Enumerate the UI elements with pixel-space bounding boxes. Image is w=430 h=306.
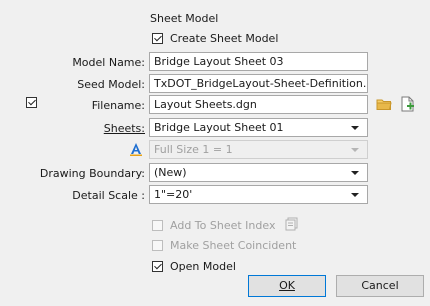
ok-button[interactable]: OK: [248, 275, 326, 297]
chevron-down-icon: [351, 148, 359, 152]
chevron-down-icon: [351, 126, 359, 130]
open-model-label: Open Model: [170, 260, 236, 273]
ok-button-label: OK: [279, 279, 295, 292]
filename-checkbox[interactable]: [26, 97, 37, 108]
new-file-icon[interactable]: [401, 96, 415, 112]
open-model-checkbox[interactable]: [152, 261, 163, 272]
create-sheet-model-label: Create Sheet Model: [170, 32, 279, 45]
seed-model-label: Seed Model:: [77, 78, 145, 91]
add-to-sheet-index-label: Add To Sheet Index: [170, 219, 276, 232]
sheets-dropdown[interactable]: Bridge Layout Sheet 01: [149, 118, 368, 137]
folder-open-icon[interactable]: [376, 98, 392, 111]
sheets-label: Sheets:: [103, 122, 145, 135]
sheet-index-icon: [285, 217, 298, 231]
detail-scale-label: Detail Scale :: [72, 189, 145, 202]
filename-input[interactable]: Layout Sheets.dgn: [149, 95, 368, 114]
make-sheet-coincident-checkbox[interactable]: [152, 240, 163, 251]
drawing-boundary-dropdown[interactable]: (New): [149, 163, 368, 182]
annotation-scale-dropdown[interactable]: Full Size 1 = 1: [149, 140, 368, 159]
create-sheet-model-checkbox[interactable]: [152, 33, 163, 44]
cancel-button[interactable]: Cancel: [336, 275, 424, 297]
model-name-label: Model Name:: [72, 56, 145, 69]
sheets-dropdown-value: Bridge Layout Sheet 01: [154, 121, 284, 134]
add-to-sheet-index-checkbox[interactable]: [152, 220, 163, 231]
drawing-boundary-value: (New): [154, 166, 187, 179]
detail-scale-value: 1"=20': [154, 188, 193, 201]
make-sheet-coincident-label: Make Sheet Coincident: [170, 239, 297, 252]
chevron-down-icon: [351, 193, 359, 197]
detail-scale-dropdown[interactable]: 1"=20': [149, 185, 368, 204]
seed-model-input[interactable]: TxDOT_BridgeLayout-Sheet-Definition.dg: [149, 74, 368, 93]
model-name-input[interactable]: Bridge Layout Sheet 03: [149, 52, 368, 71]
sheet-model-title: Sheet Model: [150, 12, 219, 25]
filename-label: Filename:: [91, 99, 145, 112]
annotation-scale-value: Full Size 1 = 1: [154, 143, 233, 156]
annotation-scale-icon: [130, 143, 142, 156]
drawing-boundary-label: Drawing Boundary:: [39, 167, 145, 180]
chevron-down-icon: [351, 171, 359, 175]
